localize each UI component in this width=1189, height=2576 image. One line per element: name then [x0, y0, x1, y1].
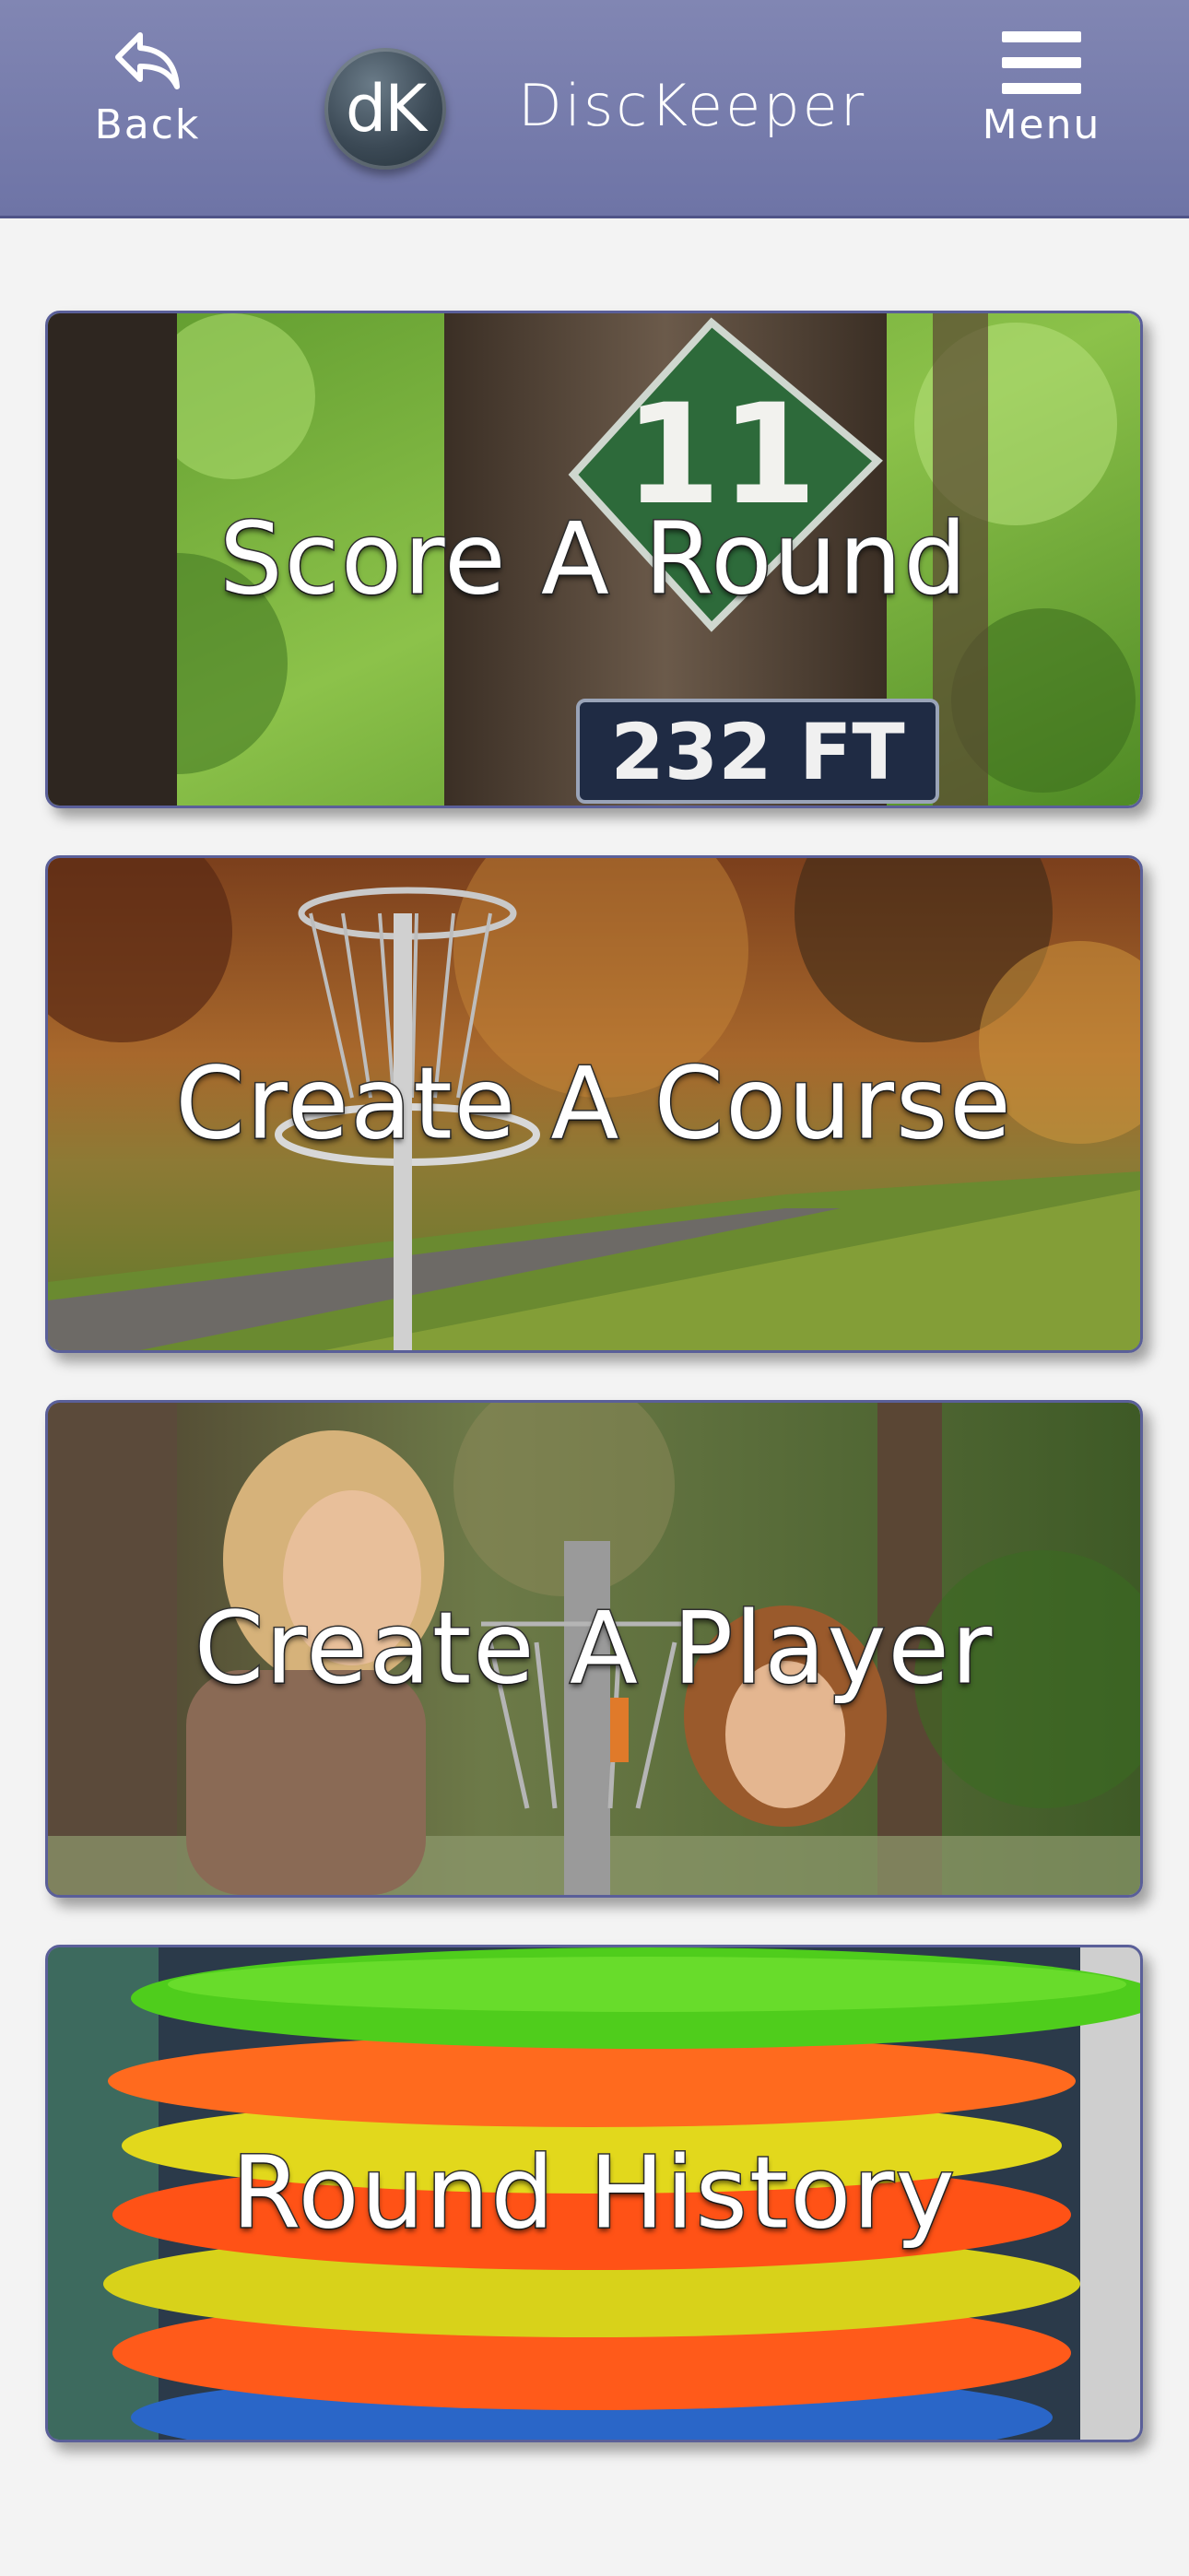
- back-button[interactable]: Back: [88, 28, 207, 175]
- create-player-card[interactable]: Create A Player: [45, 1400, 1143, 1898]
- hamburger-menu-icon: [1002, 31, 1081, 94]
- create-course-card[interactable]: Create A Course: [45, 855, 1143, 1353]
- top-header: Back dK DiscKeeper Menu: [0, 0, 1189, 218]
- app-screen: Back dK DiscKeeper Menu 11 232 FT Score …: [0, 0, 1189, 2576]
- score-round-card[interactable]: 11 232 FT Score A Round: [45, 311, 1143, 808]
- app-logo: dK: [324, 48, 446, 170]
- create-course-label: Create A Course: [174, 1045, 1013, 1163]
- round-history-card[interactable]: Round History: [45, 1945, 1143, 2442]
- create-player-label: Create A Player: [193, 1590, 995, 1708]
- menu-button[interactable]: Menu: [977, 28, 1106, 175]
- back-arrow-icon: [115, 32, 180, 89]
- sign-distance-text: 232 FT: [610, 707, 904, 797]
- score-round-label: Score A Round: [218, 500, 969, 618]
- menu-label: Menu: [982, 101, 1101, 148]
- round-history-label: Round History: [230, 2135, 957, 2253]
- back-label: Back: [94, 101, 201, 148]
- app-title: DiscKeeper: [518, 72, 867, 139]
